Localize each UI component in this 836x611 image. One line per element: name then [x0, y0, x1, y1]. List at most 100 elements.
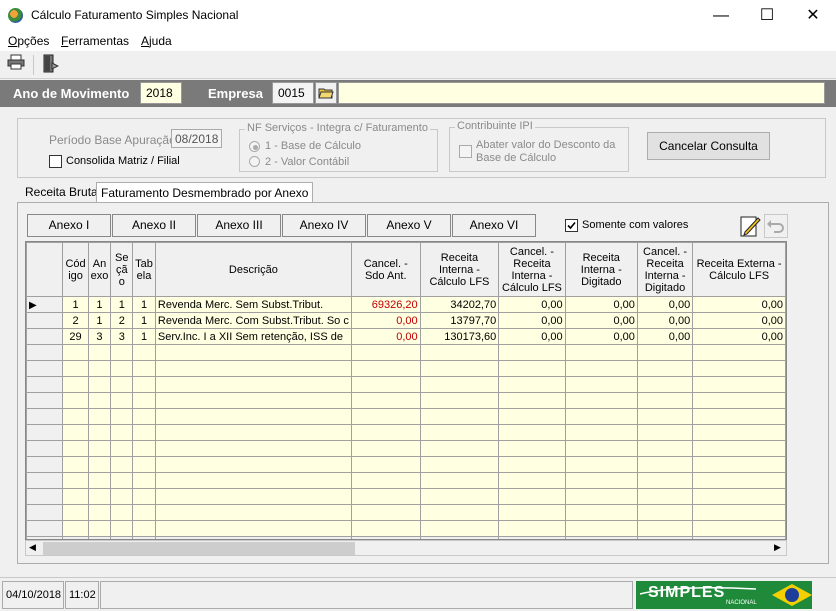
row-indicator[interactable]: [26, 360, 64, 377]
grid-cell[interactable]: 0,00: [498, 328, 566, 345]
row-indicator[interactable]: ▶: [26, 296, 64, 313]
grid-cell[interactable]: [110, 456, 134, 473]
grid-cell[interactable]: [87, 344, 112, 361]
close-button[interactable]: ✕: [790, 0, 836, 31]
table-row[interactable]: [26, 504, 786, 521]
grid-cell[interactable]: Revenda Merc. Com Subst.Tribut. So c: [154, 312, 352, 329]
grid-cell[interactable]: [62, 344, 89, 361]
table-row[interactable]: [26, 408, 786, 425]
row-indicator[interactable]: [26, 376, 64, 393]
grid-cell[interactable]: [419, 376, 500, 393]
anexo-v-button[interactable]: Anexo V: [367, 214, 451, 237]
grid-cell[interactable]: [564, 392, 638, 409]
grid-cell[interactable]: [498, 488, 566, 505]
grid-cell[interactable]: [110, 392, 134, 409]
anexo-vi-button[interactable]: Anexo VI: [452, 214, 536, 237]
grid-cell[interactable]: [62, 392, 89, 409]
grid-cell[interactable]: 0,00: [564, 328, 638, 345]
anexo-iii-button[interactable]: Anexo III: [197, 214, 281, 237]
col-tabela-header[interactable]: Tab ela: [132, 242, 156, 297]
menu-ajuda[interactable]: Ajuda: [141, 34, 172, 48]
col-anexo-header[interactable]: An exo: [87, 242, 112, 297]
grid-cell[interactable]: [62, 504, 89, 521]
grid-cell[interactable]: [154, 456, 352, 473]
grid-cell[interactable]: [564, 408, 638, 425]
grid-cell[interactable]: [692, 520, 786, 537]
grid-cell[interactable]: [110, 424, 134, 441]
data-grid[interactable]: Cód igo An exo Se çã o Tab ela Descrição…: [25, 241, 787, 540]
cancel-consulta-button[interactable]: Cancelar Consulta: [647, 132, 770, 160]
col-secao-header[interactable]: Se çã o: [110, 242, 134, 297]
grid-cell[interactable]: [154, 392, 352, 409]
row-indicator[interactable]: [26, 520, 64, 537]
grid-cell[interactable]: [87, 488, 112, 505]
grid-cell[interactable]: [154, 440, 352, 457]
menu-opcoes[interactable]: Opções: [8, 34, 49, 48]
grid-cell[interactable]: [692, 360, 786, 377]
grid-cell[interactable]: [87, 440, 112, 457]
col-cancel-receita-interna-digitado-header[interactable]: Cancel. - Receita Interna - Digitado: [636, 242, 694, 297]
grid-cell[interactable]: [350, 344, 421, 361]
grid-cell[interactable]: [350, 424, 421, 441]
col-descricao-header[interactable]: Descrição: [154, 242, 352, 297]
edit-note-icon[interactable]: [739, 214, 763, 238]
grid-cell[interactable]: [132, 488, 156, 505]
grid-cell[interactable]: 0,00: [692, 328, 786, 345]
grid-cell[interactable]: [692, 344, 786, 361]
grid-cell[interactable]: 2: [62, 312, 89, 329]
grid-cell[interactable]: 130173,60: [419, 328, 500, 345]
grid-cell[interactable]: [110, 504, 134, 521]
grid-cell[interactable]: [636, 424, 694, 441]
grid-cell[interactable]: [62, 376, 89, 393]
grid-cell[interactable]: [498, 504, 566, 521]
minimize-button[interactable]: —: [698, 0, 744, 31]
grid-cell[interactable]: [636, 344, 694, 361]
grid-cell[interactable]: [132, 424, 156, 441]
row-indicator[interactable]: [26, 456, 64, 473]
scrollbar-thumb[interactable]: [43, 542, 355, 555]
grid-cell[interactable]: 0,00: [636, 328, 694, 345]
nf-option1-radio[interactable]: [249, 141, 260, 152]
grid-cell[interactable]: [154, 472, 352, 489]
grid-cell[interactable]: [62, 456, 89, 473]
grid-cell[interactable]: [419, 456, 500, 473]
grid-cell[interactable]: [692, 376, 786, 393]
grid-cell[interactable]: 0,00: [564, 312, 638, 329]
grid-cell[interactable]: [350, 504, 421, 521]
grid-cell[interactable]: [132, 408, 156, 425]
tab-receita-bruta[interactable]: Receita Bruta: [21, 182, 102, 202]
grid-cell[interactable]: [132, 440, 156, 457]
table-row[interactable]: [26, 472, 786, 489]
grid-cell[interactable]: [87, 504, 112, 521]
grid-cell[interactable]: [154, 488, 352, 505]
grid-cell[interactable]: [87, 392, 112, 409]
grid-cell[interactable]: [110, 520, 134, 537]
grid-cell[interactable]: [564, 440, 638, 457]
grid-cell[interactable]: [132, 456, 156, 473]
table-row[interactable]: ▶ 1 1 1 1 Revenda Merc. Sem Subst.Tribut. 6932…: [26, 296, 786, 313]
grid-cell[interactable]: [110, 488, 134, 505]
grid-cell[interactable]: [132, 344, 156, 361]
table-row[interactable]: [26, 488, 786, 505]
grid-cell[interactable]: [419, 408, 500, 425]
grid-cell[interactable]: 1: [62, 296, 89, 313]
grid-cell[interactable]: [87, 456, 112, 473]
grid-cell[interactable]: [419, 424, 500, 441]
grid-cell[interactable]: [419, 392, 500, 409]
grid-cell[interactable]: 3: [110, 328, 134, 345]
printer-icon[interactable]: [4, 54, 28, 76]
grid-cell[interactable]: 0,00: [636, 312, 694, 329]
grid-cell[interactable]: [62, 520, 89, 537]
grid-cell[interactable]: [636, 376, 694, 393]
grid-cell[interactable]: 1: [110, 296, 134, 313]
grid-cell[interactable]: [132, 376, 156, 393]
grid-cell[interactable]: [154, 520, 352, 537]
grid-cell[interactable]: [636, 392, 694, 409]
grid-cell[interactable]: [498, 424, 566, 441]
grid-cell[interactable]: [132, 360, 156, 377]
grid-cell[interactable]: [87, 376, 112, 393]
grid-cell[interactable]: [62, 488, 89, 505]
anexo-i-button[interactable]: Anexo I: [27, 214, 111, 237]
grid-cell[interactable]: 1: [132, 328, 156, 345]
grid-cell[interactable]: [636, 472, 694, 489]
